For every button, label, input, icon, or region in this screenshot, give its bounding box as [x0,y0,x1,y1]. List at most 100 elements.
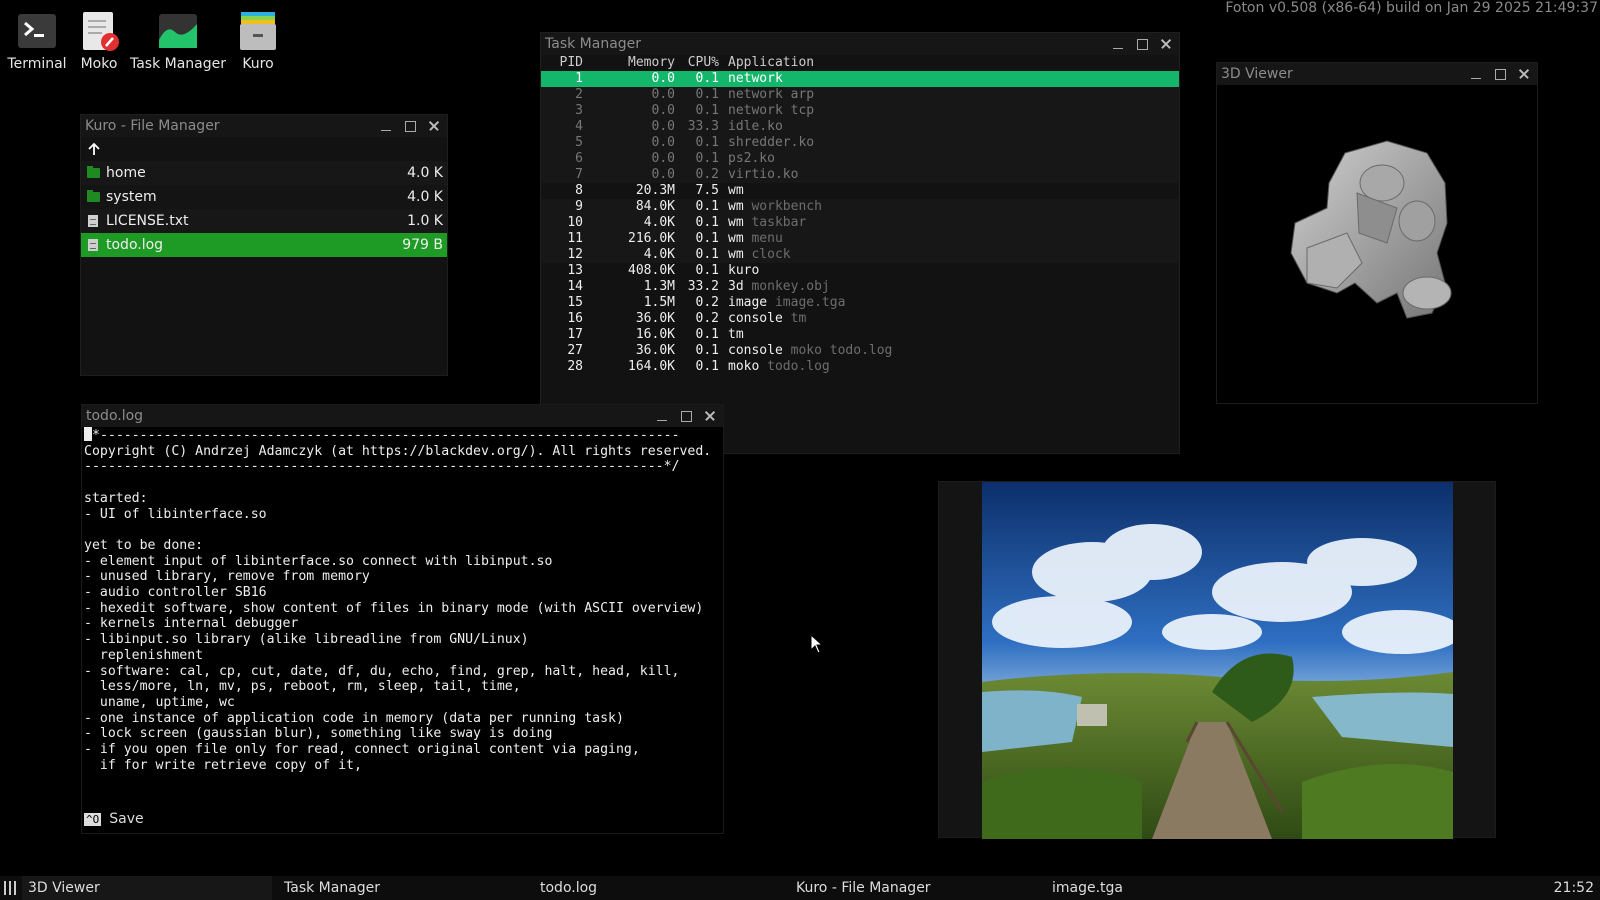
task-cell-mem: 0.0 [651,71,675,86]
task-row[interactable]: 16 36.0K 0.2 console tm [541,311,1179,327]
task-row[interactable]: 8 20.3M 7.5 wm [541,183,1179,199]
editor-line: - software: cal, cp, cut, date, df, du, … [84,663,680,679]
monkey-model-3d-render[interactable] [1267,113,1487,333]
task-row[interactable]: 3 0.0 0.1 network tcp [541,103,1179,119]
task-row[interactable]: 7 0.0 0.2 virtio.ko [541,167,1179,183]
task-row[interactable]: 12 4.0K 0.1 wm clock [541,247,1179,263]
close-icon[interactable] [1159,37,1173,51]
editor-text-area[interactable]: *---------------------------------------… [82,427,723,773]
editor-line: - kernels internal debugger [84,616,299,632]
minimize-icon[interactable] [655,409,669,423]
task-row[interactable]: 5 0.0 0.1 shredder.ko [541,135,1179,151]
task-cell-mem: 0.0 [651,119,675,134]
task-row[interactable]: 28 164.0K 0.1 moko todo.log [541,359,1179,375]
minimize-icon[interactable] [379,119,393,133]
task-row[interactable]: 14 1.3M 33.2 3d monkey.obj [541,279,1179,295]
file-row-selected[interactable]: todo.log 979 B [81,233,447,257]
up-directory-button[interactable] [81,137,447,161]
task-cell-pid: 13 [567,263,583,278]
taskbar-item[interactable]: Task Manager [278,876,528,900]
task-cell-arg: image.tga [774,295,846,310]
editor-line: - hexedit software, show content of file… [84,600,704,616]
task-cell-pid: 4 [575,119,583,134]
task-cell-cpu: 0.1 [695,71,719,86]
task-row[interactable]: 4 0.0 33.3 idle.ko [541,119,1179,135]
editor-line: if for write retrieve copy of it, [84,757,362,773]
task-cell-app: ps2.ko [728,151,775,166]
taskbar-item[interactable]: todo.log [534,876,784,900]
task-cell-pid: 2 [575,87,583,102]
taskbar-item[interactable]: Kuro - File Manager [790,876,1040,900]
task-row[interactable]: 9 84.0K 0.1 wm workbench [541,199,1179,215]
desktop-icon-label: Kuro [242,56,274,72]
task-cell-mem: 20.3M [635,183,675,198]
shortcut-label: Save [109,811,144,827]
editor-line: ----------------------------------------… [84,459,680,475]
task-row[interactable]: 2 0.0 0.1 network arp [541,87,1179,103]
close-icon[interactable] [703,409,717,423]
minimize-icon[interactable] [1111,37,1125,51]
editor-line: *---------------------------------------… [92,428,680,443]
editor-line: - libinput.so library (alike libreadline… [84,632,529,648]
editor-line: replenishment [84,647,204,663]
editor-line: - one instance of application code in me… [84,710,624,726]
maximize-icon[interactable] [679,409,693,423]
task-cell-mem: 36.0K [635,311,675,326]
desktop-icon-moko[interactable]: Moko [69,10,129,72]
editor-titlebar[interactable]: todo.log [82,405,723,427]
maximize-icon[interactable] [403,119,417,133]
window-title: 3D Viewer [1221,66,1293,82]
task-row[interactable]: 27 36.0K 0.1 console moko todo.log [541,343,1179,359]
task-cell-mem: 0.0 [651,151,675,166]
task-row[interactable]: 10 4.0K 0.1 wm taskbar [541,215,1179,231]
menu-icon[interactable] [4,881,18,895]
mouse-cursor-icon [810,634,824,654]
text-editor-icon [78,10,120,52]
task-cell-arg: monkey.obj [751,279,830,294]
editor-line: - audio controller SB16 [84,585,267,601]
task-table-body: 1 0.0 0.1 network 2 0.0 0.1 network arp 3 0.0 0.… [541,71,1179,375]
maximize-icon[interactable] [1135,37,1149,51]
task-manager-titlebar[interactable]: Task Manager [541,33,1179,55]
close-icon[interactable] [427,119,441,133]
task-row[interactable]: 6 0.0 0.1 ps2.ko [541,151,1179,167]
taskbar-item[interactable]: image.tga [1046,876,1296,900]
file-row[interactable]: system 4.0 K [81,185,447,209]
task-cell-cpu: 0.1 [695,199,719,214]
task-cell-arg: taskbar [751,215,807,230]
task-cell-mem: 164.0K [628,359,675,374]
task-manager-icon [157,10,199,52]
task-row[interactable]: 15 1.5M 0.2 image image.tga [541,295,1179,311]
close-icon[interactable] [1517,67,1531,81]
task-row[interactable]: 11 216.0K 0.1 wm menu [541,231,1179,247]
task-row[interactable]: 1 0.0 0.1 network [541,71,1179,87]
task-row[interactable]: 13 408.0K 0.1 kuro [541,263,1179,279]
file-row[interactable]: LICENSE.txt 1.0 K [81,209,447,233]
task-row[interactable]: 17 16.0K 0.1 tm [541,327,1179,343]
task-cell-app: network tcp [728,103,815,118]
folder-icon [87,190,100,202]
task-cell-mem: 1.3M [643,279,675,294]
folder-icon [87,166,100,178]
file-manager-titlebar[interactable]: Kuro - File Manager [81,115,447,137]
task-cell-pid: 3 [575,103,583,118]
task-cell-arg: tm [790,311,807,326]
task-cell-pid: 15 [567,295,583,310]
task-cell-mem: 0.0 [651,167,675,182]
file-icon [88,239,98,251]
task-cell-pid: 7 [575,167,583,182]
editor-line: - if you open file only for read, connec… [84,742,640,758]
taskbar-item[interactable]: 3D Viewer [22,876,272,900]
editor-line: Copyright (C) Andrzej Adamczyk (at https… [84,443,712,459]
save-shortcut[interactable]: ^O Save [82,811,144,827]
desktop-icon-kuro[interactable]: Kuro [228,10,288,72]
desktop-icon-task-manager[interactable]: Task Manager [130,10,226,72]
system-info: Foton v0.508 (x86-64) build on Jan 29 20… [1225,0,1598,16]
viewer-3d-titlebar[interactable]: 3D Viewer [1217,63,1537,85]
task-cell-app: moko [728,359,760,374]
task-cell-mem: 1.5M [643,295,675,310]
file-row[interactable]: home 4.0 K [81,161,447,185]
task-cell-app: network arp [728,87,815,102]
maximize-icon[interactable] [1493,67,1507,81]
minimize-icon[interactable] [1469,67,1483,81]
